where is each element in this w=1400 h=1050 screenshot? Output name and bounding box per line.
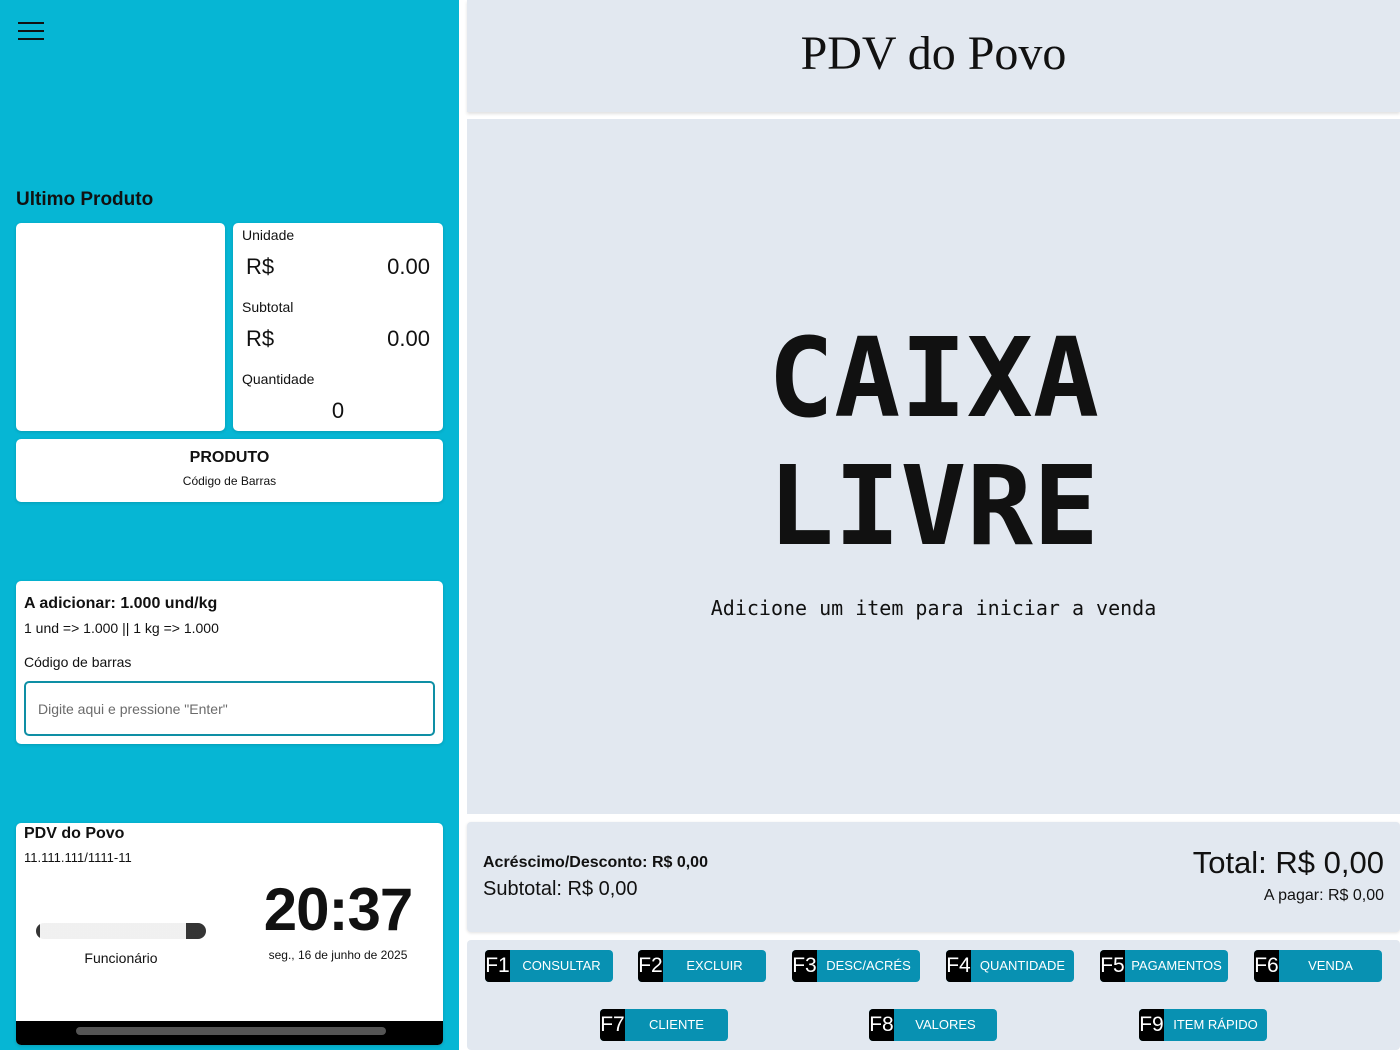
employee-label: Funcionário (84, 950, 158, 966)
register-status-area: CAIXA LIVRE Adicione um item para inicia… (467, 119, 1400, 814)
f3-key-label: F3 (792, 950, 817, 982)
page-title: PDV do Povo (800, 27, 1067, 80)
subtotal-value: 0.00 (387, 326, 430, 351)
price-card: Unidade R$ 0.00 Subtotal R$ 0.00 Quantid… (233, 223, 443, 431)
store-cnpj: 11.111.111/1111-11 (24, 850, 132, 865)
status-line-1: CAIXA (767, 314, 1100, 442)
amount-to-pay: A pagar: R$ 0,00 (1263, 887, 1384, 904)
f4-action-label: QUANTIDADE (979, 958, 1066, 973)
f6-key-label: F6 (1254, 950, 1279, 982)
add-quantity-rule: 1 und => 1.000 || 1 kg => 1.000 (24, 620, 219, 636)
f7-cliente-button[interactable]: F7 CLIENTE (600, 1009, 728, 1041)
register-status: CAIXA LIVRE (467, 314, 1400, 570)
subtotal-label: Subtotal (242, 299, 294, 315)
f4-key-label: F4 (946, 950, 971, 982)
status-line-2: LIVRE (767, 442, 1100, 570)
f4-quantidade-button[interactable]: F4 QUANTIDADE (946, 950, 1074, 982)
product-code: Código de Barras (182, 474, 277, 488)
store-name: PDV do Povo (24, 825, 125, 842)
unit-value: 0.00 (387, 254, 430, 279)
f6-venda-button[interactable]: F6 VENDA (1254, 950, 1382, 982)
f3-desc-acres-button[interactable]: F3 DESC/ACRÉS (792, 950, 920, 982)
f1-key-label: F1 (485, 950, 510, 982)
f6-action-label: VENDA (1308, 958, 1353, 973)
status-subtitle: Adicione um item para iniciar a venda (710, 596, 1157, 620)
date: seg., 16 de junho de 2025 (268, 948, 408, 962)
employee-name-redacted (36, 923, 206, 939)
quantity-label: Quantidade (242, 371, 315, 387)
f7-action-label: CLIENTE (649, 1017, 704, 1032)
f9-action-label: ITEM RÁPIDO (1173, 1017, 1258, 1032)
f5-action-label: PAGAMENTOS (1131, 958, 1222, 973)
last-product-title: Ultimo Produto (16, 189, 154, 210)
f2-action-label: EXCLUIR (686, 958, 743, 973)
barcode-label: Código de barras (24, 654, 132, 670)
product-image (16, 223, 225, 431)
function-keys: F1 CONSULTAR F2 EXCLUIR F3 DESC/ACRÉS F4… (467, 940, 1400, 1050)
store-footer (16, 1021, 443, 1045)
f8-action-label: VALORES (915, 1017, 976, 1032)
product-name: PRODUTO (189, 449, 270, 466)
total-amount: Total: R$ 0,00 (1192, 845, 1384, 880)
f1-action-label: CONSULTAR (522, 958, 601, 973)
f3-action-label: DESC/ACRÉS (826, 958, 911, 973)
f8-key-label: F8 (869, 1009, 894, 1041)
add-item-panel: A adicionar: 1.000 und/kg 1 und => 1.000… (16, 581, 443, 744)
f2-excluir-button[interactable]: F2 EXCLUIR (638, 950, 766, 982)
f9-item-rapido-button[interactable]: F9 ITEM RÁPIDO (1139, 1009, 1267, 1041)
subtotal-currency: R$ (246, 326, 275, 351)
subtotal-amount: Subtotal: R$ 0,00 (483, 878, 638, 900)
f5-key-label: F5 (1100, 950, 1125, 982)
f9-key-label: F9 (1139, 1009, 1164, 1041)
product-info: PRODUTO Código de Barras (16, 439, 443, 502)
add-quantity-title: A adicionar: 1.000 und/kg (24, 595, 218, 612)
clock: 20:37 (263, 876, 413, 943)
footer-redacted (76, 1027, 386, 1035)
sidebar: Ultimo Produto Unidade R$ 0.00 Subtotal … (0, 0, 459, 1050)
adjustment-amount: Acréscimo/Desconto: R$ 0,00 (483, 854, 708, 871)
menu-icon[interactable] (18, 22, 46, 44)
store-card: PDV do Povo 11.111.111/1111-11 Funcionár… (16, 823, 443, 1045)
f5-pagamentos-button[interactable]: F5 PAGAMENTOS (1100, 950, 1228, 982)
f2-key-label: F2 (638, 950, 663, 982)
totals-panel: Acréscimo/Desconto: R$ 0,00 Subtotal: R$… (467, 822, 1400, 932)
f1-consultar-button[interactable]: F1 CONSULTAR (485, 950, 613, 982)
quantity-value: 0 (331, 398, 345, 423)
barcode-input[interactable] (24, 681, 435, 736)
unit-currency: R$ (246, 254, 275, 279)
unit-label: Unidade (242, 227, 295, 243)
f8-valores-button[interactable]: F8 VALORES (869, 1009, 997, 1041)
header: PDV do Povo (467, 0, 1400, 112)
f7-key-label: F7 (600, 1009, 625, 1041)
